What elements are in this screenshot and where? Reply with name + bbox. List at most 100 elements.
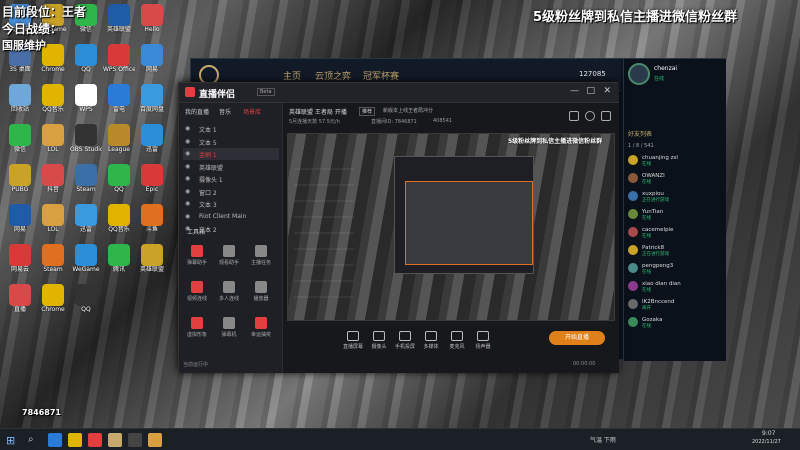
desktop-icon[interactable]: 网易云 (4, 244, 36, 273)
friend-item[interactable]: xiao dian dian 在线 (628, 281, 723, 293)
tool-button[interactable]: 幸运抽奖 (249, 317, 273, 338)
desktop-icon[interactable]: 英雄联盟 (103, 4, 135, 33)
eye-icon[interactable]: ◉ (185, 163, 190, 170)
lol-avatar[interactable] (628, 63, 650, 85)
tool-button[interactable]: 多人连线 (217, 281, 241, 302)
desktop-icon[interactable]: 英雄联盟 (136, 244, 168, 273)
tab-music[interactable]: 音乐 (219, 107, 231, 116)
tool-button[interactable]: 主播任务 (249, 245, 273, 266)
friend-item[interactable]: OWANZI 在线 (628, 173, 723, 185)
layer-item[interactable]: ◉ 英雄联盟 (183, 161, 279, 173)
desktop-icon[interactable]: QQ (70, 44, 102, 73)
desktop-icon[interactable]: 雷电 (103, 84, 135, 113)
friend-item[interactable]: Patrick8 正在进行游戏 (628, 245, 723, 257)
desktop-icon[interactable]: 腾讯 (103, 244, 135, 273)
desktop-icon[interactable]: LOL (37, 124, 69, 153)
friend-item[interactable]: chuanjing zsl 在线 (628, 155, 723, 167)
taskbar-weather[interactable]: 气温 下雨 (590, 435, 616, 444)
desktop-icon[interactable]: League (103, 124, 135, 153)
taskbar-stream-icon[interactable] (88, 433, 102, 447)
taskbar-folder-icon[interactable] (128, 433, 142, 447)
taskbar-edge-icon[interactable] (48, 433, 62, 447)
start-stream-button[interactable]: 开始直播 (549, 331, 605, 345)
desktop-icon[interactable]: QQ音乐 (37, 84, 69, 113)
desktop-icon[interactable]: QQ (103, 164, 135, 193)
layer-item[interactable]: ◉ 文本 3 (183, 198, 279, 210)
desktop-icon[interactable]: Steam (37, 244, 69, 273)
taskbar-date[interactable]: 2022/11/27 (752, 439, 781, 445)
taskbar-time[interactable]: 9:07 (762, 430, 775, 437)
stream-control[interactable]: 手机投屏 (391, 331, 419, 350)
desktop-icon[interactable]: 斗鱼 (136, 204, 168, 233)
eye-icon[interactable]: ◉ (185, 150, 190, 157)
taskbar-lol-icon[interactable] (108, 433, 122, 447)
desktop-icon[interactable]: OBS Studio (70, 124, 102, 153)
settings-icon[interactable] (585, 111, 595, 121)
stream-control[interactable]: 扬声器 (469, 331, 497, 350)
friend-item[interactable]: IK2Bnccend 离开 (628, 299, 723, 311)
lol-nav-home[interactable]: 主页 (283, 69, 301, 82)
desktop-icon[interactable]: QQ (70, 284, 102, 313)
tool-button[interactable]: 弹幕机 (217, 317, 241, 338)
stream-app-window[interactable]: 直播伴侣 Beta ✕ □ — 我的直播 音乐 场景库 ◉ 文本 1 ◉ 文本 5 ◉ 金… (178, 82, 619, 373)
desktop-icon[interactable]: 回收站 (4, 84, 36, 113)
taskbar-chrome-icon[interactable] (68, 433, 82, 447)
layer-item[interactable]: ◉ 文本 1 (183, 123, 279, 135)
friends-group-label[interactable]: 1 / 8 / 541 (628, 143, 654, 149)
desktop-icon[interactable]: 迅雷 (136, 124, 168, 153)
desktop-icon[interactable]: 迅雷 (70, 204, 102, 233)
eye-icon[interactable]: ◉ (185, 188, 190, 195)
desktop-icon[interactable]: QQ音乐 (103, 204, 135, 233)
tab-scene-library[interactable]: 场景库 (243, 107, 261, 116)
layer-item[interactable]: ◉ Riot Client Main (183, 211, 279, 223)
desktop-icon[interactable]: LOL (37, 204, 69, 233)
layer-item[interactable]: ◉ 窗口 2 (183, 186, 279, 198)
desktop-icon[interactable]: WeGame (70, 244, 102, 273)
lol-nav-tft[interactable]: 云顶之弈 (315, 69, 351, 82)
desktop-icon[interactable]: 网易 (4, 204, 36, 233)
stream-control[interactable]: 多媒体 (417, 331, 445, 350)
desktop-icon[interactable]: 网易 (136, 44, 168, 73)
friend-item[interactable]: pengpeng3 在线 (628, 263, 723, 275)
stream-title[interactable]: 英雄联盟 王者局 开播 (289, 107, 347, 116)
tool-button[interactable]: 观看助手 (217, 245, 241, 266)
search-icon[interactable]: ⌕ (28, 434, 34, 445)
tool-button[interactable]: 弹幕助手 (185, 245, 209, 266)
tool-button[interactable]: 虚拟形象 (185, 317, 209, 338)
layer-item[interactable]: ◉ 金刷 1 (183, 148, 279, 160)
windows-start-icon[interactable]: ⊞ (6, 434, 15, 447)
desktop-icon[interactable]: Steam (70, 164, 102, 193)
desktop-icon[interactable]: 微信 (4, 124, 36, 153)
desktop-icon[interactable]: Epic (136, 164, 168, 193)
friend-item[interactable]: YunTian 在线 (628, 209, 723, 221)
share-icon[interactable] (601, 111, 611, 121)
desktop-icon[interactable]: 抖音 (37, 164, 69, 193)
stream-preview[interactable]: 5级粉丝牌到私信主播进微信粉丝群 (287, 133, 615, 321)
eye-icon[interactable]: ◉ (185, 125, 190, 132)
eye-icon[interactable]: ◉ (185, 200, 190, 207)
desktop-icon[interactable]: WPS (70, 84, 102, 113)
friend-item[interactable]: xuxpiou 正在进行游戏 (628, 191, 723, 203)
layer-item[interactable]: ◉ 摄像头 1 (183, 173, 279, 185)
eye-icon[interactable]: ◉ (185, 138, 190, 145)
taskbar-league-icon[interactable] (148, 433, 162, 447)
tool-button[interactable]: 视频连线 (185, 281, 209, 302)
gift-icon[interactable] (569, 111, 579, 121)
minimize-icon[interactable]: — (570, 86, 579, 96)
desktop-icon[interactable]: PUBG (4, 164, 36, 193)
friend-item[interactable]: cacemelpie 在线 (628, 227, 723, 239)
lol-nav-worlds[interactable]: 冠军杯赛 (363, 69, 399, 82)
desktop-icon[interactable]: WPS Office (103, 44, 135, 73)
stream-control[interactable]: 直播屏幕 (339, 331, 367, 350)
stream-tag[interactable]: 推荐 (359, 107, 376, 116)
stream-control[interactable]: 摄像头 (365, 331, 393, 350)
desktop-icon[interactable]: 直播 (4, 284, 36, 313)
eye-icon[interactable]: ◉ (185, 213, 190, 220)
desktop-icon[interactable]: Hello (136, 4, 168, 33)
stream-control[interactable]: 麦克风 (443, 331, 471, 350)
eye-icon[interactable]: ◉ (185, 175, 190, 182)
layer-item[interactable]: ◉ 文本 5 (183, 136, 279, 148)
desktop-icon[interactable]: Chrome (37, 284, 69, 313)
tool-button[interactable]: 播放器 (249, 281, 273, 302)
friend-item[interactable]: Gozaka 在线 (628, 317, 723, 329)
